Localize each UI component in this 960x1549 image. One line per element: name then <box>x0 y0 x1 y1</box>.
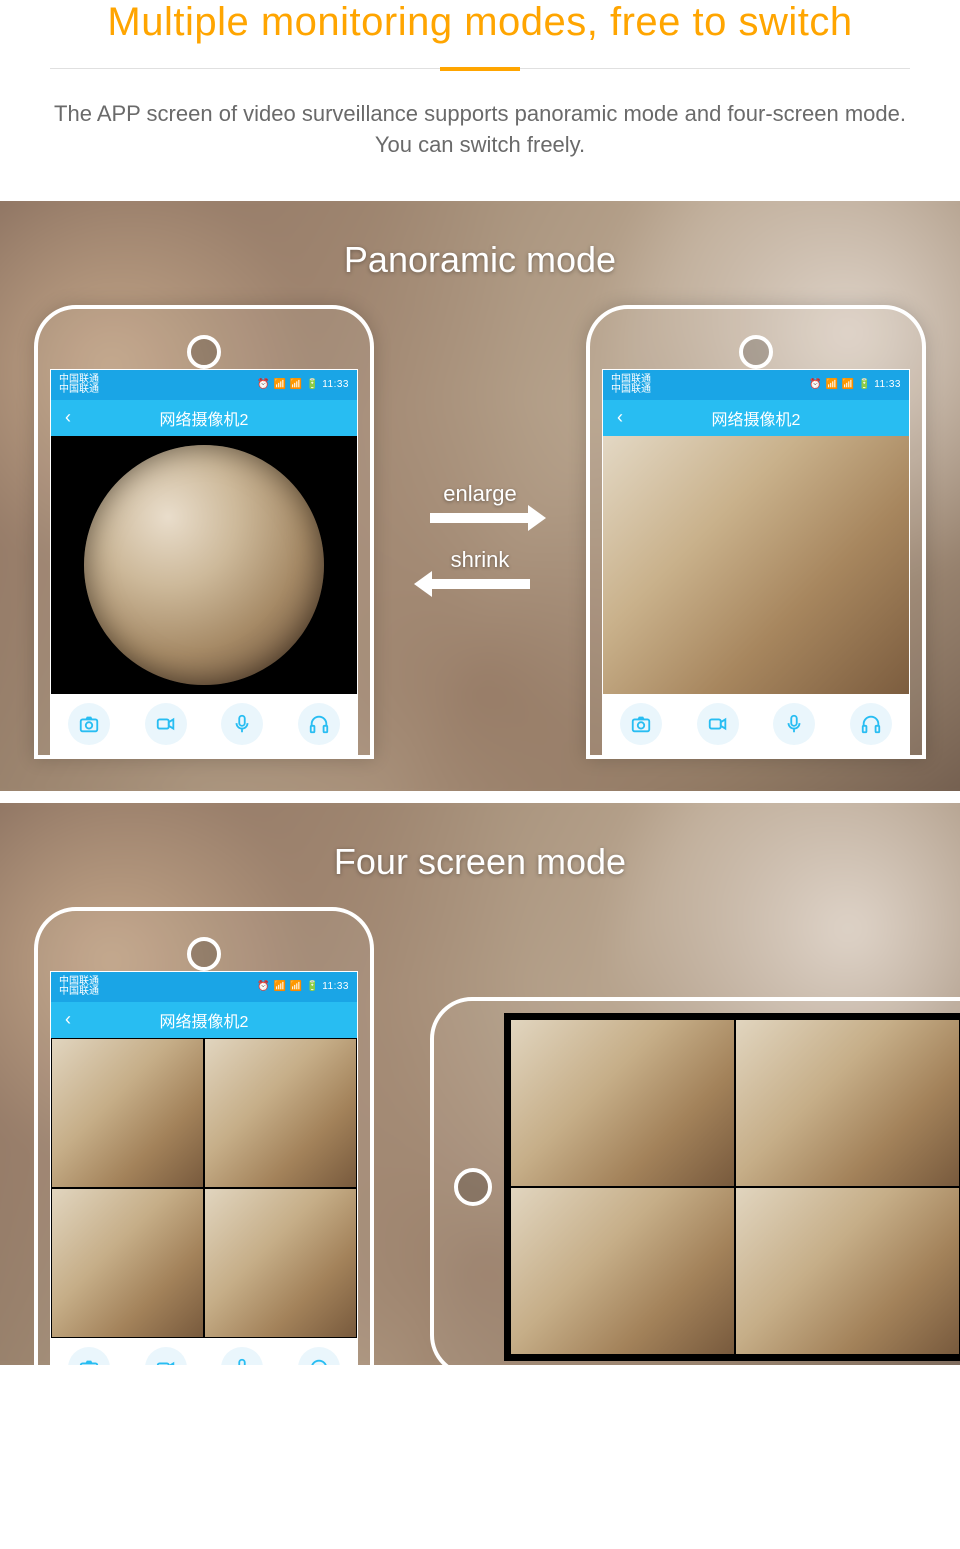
section-label-panoramic: Panoramic mode <box>0 201 960 281</box>
section-gap <box>0 791 960 803</box>
phone-mock-left: 中国联通 中国联通 ⏰ 📶 📶 🔋 11:33 ‹ 网络摄像机2 <box>34 305 374 759</box>
phone-speaker <box>187 937 221 971</box>
mic-button[interactable] <box>221 1347 263 1365</box>
toolbar <box>51 694 357 754</box>
video-icon <box>155 1357 177 1365</box>
back-button[interactable]: ‹ <box>603 407 637 428</box>
snapshot-button[interactable] <box>620 703 662 745</box>
snapshot-button[interactable] <box>68 1347 110 1365</box>
phone-mock-portrait: 中国联通 中国联通 ⏰ 📶 📶 🔋 11:33 ‹ 网络摄像机2 <box>34 907 374 1365</box>
phone-mock-landscape <box>430 997 960 1365</box>
video-icon <box>155 713 177 735</box>
mic-icon <box>783 713 805 735</box>
phone-mock-right: 中国联通 中国联通 ⏰ 📶 📶 🔋 11:33 ‹ 网络摄像机2 <box>586 305 926 759</box>
back-button[interactable]: ‹ <box>51 407 85 428</box>
app-title: 网络摄像机2 <box>603 406 909 430</box>
shrink-label: shrink <box>410 547 550 573</box>
video-view-fisheye[interactable] <box>51 436 357 694</box>
header: Multiple monitoring modes, free to switc… <box>0 0 960 201</box>
page-subtitle: The APP screen of video surveillance sup… <box>50 99 910 161</box>
arrow-right-icon <box>430 513 530 523</box>
app-title: 网络摄像机2 <box>51 406 357 430</box>
camera-icon <box>630 713 652 735</box>
camera-feed[interactable] <box>510 1187 735 1355</box>
audio-button[interactable] <box>850 703 892 745</box>
camera-feed[interactable] <box>204 1188 357 1338</box>
mic-button[interactable] <box>221 703 263 745</box>
panoramic-section: Panoramic mode 中国联通 中国联通 ⏰ 📶 📶 🔋 11:33 ‹… <box>0 201 960 791</box>
app-bar: ‹ 网络摄像机2 <box>603 400 909 436</box>
camera-feed <box>603 436 909 694</box>
mic-icon <box>231 713 253 735</box>
carrier-label: 中国联通 <box>59 987 99 997</box>
app-screen: 中国联通 中国联通 ⏰ 📶 📶 🔋 11:33 ‹ 网络摄像机2 <box>50 369 358 755</box>
app-bar: ‹ 网络摄像机2 <box>51 1002 357 1038</box>
headphones-icon <box>308 713 330 735</box>
camera-icon <box>78 1357 100 1365</box>
app-screen: 中国联通 中国联通 ⏰ 📶 📶 🔋 11:33 ‹ 网络摄像机2 <box>50 971 358 1365</box>
quad-grid <box>510 1019 960 1355</box>
camera-feed[interactable] <box>510 1019 735 1187</box>
record-button[interactable] <box>697 703 739 745</box>
headphones-icon <box>308 1357 330 1365</box>
phone-speaker <box>187 335 221 369</box>
status-icons: ⏰ 📶 📶 🔋 11:33 <box>809 379 901 390</box>
back-button[interactable]: ‹ <box>51 1009 85 1030</box>
status-bar: 中国联通 中国联通 ⏰ 📶 📶 🔋 11:33 <box>51 972 357 1002</box>
status-icons: ⏰ 📶 📶 🔋 11:33 <box>257 379 349 390</box>
phone-home-button <box>454 1168 492 1206</box>
camera-feed[interactable] <box>735 1187 960 1355</box>
headphones-icon <box>860 713 882 735</box>
video-icon <box>707 713 729 735</box>
fisheye-feed <box>84 445 324 685</box>
mic-icon <box>231 1357 253 1365</box>
section-label-fourscreen: Four screen mode <box>0 803 960 883</box>
snapshot-button[interactable] <box>68 703 110 745</box>
divider <box>50 67 910 71</box>
carrier-label: 中国联通 <box>611 385 651 395</box>
arrow-left-icon <box>430 579 530 589</box>
toolbar <box>51 1338 357 1365</box>
page-title: Multiple monitoring modes, free to switc… <box>50 0 910 45</box>
audio-button[interactable] <box>298 703 340 745</box>
camera-feed[interactable] <box>204 1038 357 1188</box>
video-view-quad[interactable] <box>51 1038 357 1338</box>
app-bar: ‹ 网络摄像机2 <box>51 400 357 436</box>
record-button[interactable] <box>145 1347 187 1365</box>
audio-button[interactable] <box>298 1347 340 1365</box>
video-view-dewarped[interactable] <box>603 436 909 694</box>
app-screen: 中国联通 中国联通 ⏰ 📶 📶 🔋 11:33 ‹ 网络摄像机2 <box>602 369 910 755</box>
camera-feed[interactable] <box>735 1019 960 1187</box>
record-button[interactable] <box>145 703 187 745</box>
four-screen-section: Four screen mode 中国联通 中国联通 ⏰ 📶 📶 🔋 11:33… <box>0 803 960 1365</box>
camera-feed[interactable] <box>51 1038 204 1188</box>
status-bar: 中国联通 中国联通 ⏰ 📶 📶 🔋 11:33 <box>51 370 357 400</box>
camera-icon <box>78 713 100 735</box>
enlarge-shrink-arrows: enlarge shrink <box>410 481 550 613</box>
camera-feed[interactable] <box>51 1188 204 1338</box>
carrier-label: 中国联通 <box>59 385 99 395</box>
app-title: 网络摄像机2 <box>51 1008 357 1032</box>
mic-button[interactable] <box>773 703 815 745</box>
status-icons: ⏰ 📶 📶 🔋 11:33 <box>257 981 349 992</box>
video-view-quad-landscape[interactable] <box>504 1013 960 1361</box>
enlarge-label: enlarge <box>410 481 550 507</box>
phone-speaker <box>739 335 773 369</box>
status-bar: 中国联通 中国联通 ⏰ 📶 📶 🔋 11:33 <box>603 370 909 400</box>
toolbar <box>603 694 909 754</box>
quad-grid <box>51 1038 357 1338</box>
